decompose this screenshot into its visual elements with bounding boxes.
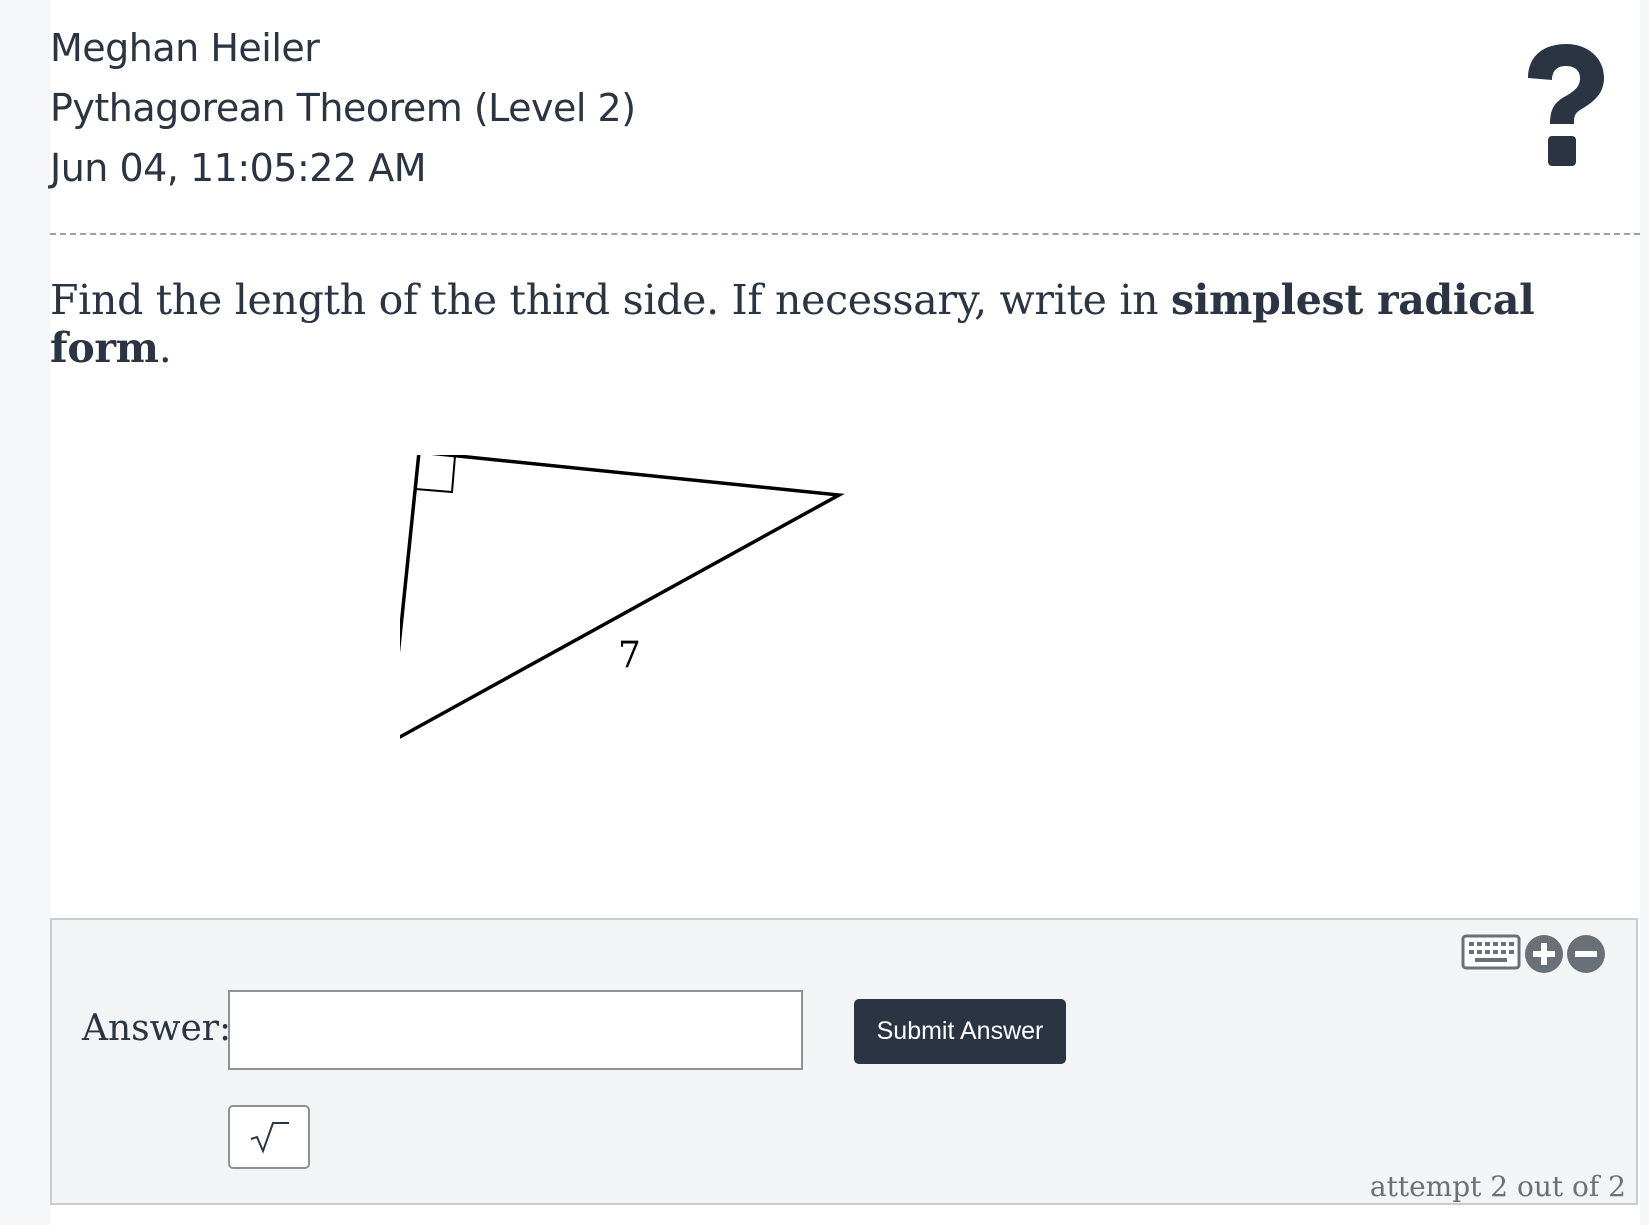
- question-mark-icon[interactable]: [1518, 40, 1610, 172]
- assignment-title: Pythagorean Theorem (Level 2): [50, 86, 636, 130]
- question-plain: Find the length of the third side. If ne…: [50, 276, 1171, 324]
- zoom-in-icon[interactable]: [1524, 934, 1564, 974]
- section-divider: [50, 233, 1640, 235]
- timestamp: Jun 04, 11:05:22 AM: [50, 146, 427, 190]
- answer-input[interactable]: [228, 990, 803, 1070]
- submit-answer-button[interactable]: Submit Answer: [854, 999, 1066, 1064]
- attempt-counter: attempt 2 out of 2: [1369, 1170, 1626, 1203]
- answer-panel: Answer: Submit Answer attempt 2 out of 2: [50, 918, 1638, 1205]
- right-triangle: [386, 450, 845, 747]
- zoom-out-icon[interactable]: [1566, 934, 1606, 974]
- answer-label: Answer:: [82, 1008, 232, 1049]
- square-root-icon: [250, 1122, 289, 1154]
- student-name: Meghan Heiler: [50, 26, 320, 70]
- question-text: Find the length of the third side. If ne…: [50, 276, 1590, 372]
- page: Meghan Heiler Pythagorean Theorem (Level…: [50, 0, 1640, 1225]
- keyboard-icon[interactable]: [1461, 934, 1521, 970]
- triangle-figure: 4 7: [373, 450, 940, 795]
- square-root-button[interactable]: [228, 1105, 310, 1169]
- hypotenuse-label: 7: [618, 635, 641, 676]
- question-end: .: [158, 324, 172, 372]
- right-angle-marker: [413, 451, 456, 494]
